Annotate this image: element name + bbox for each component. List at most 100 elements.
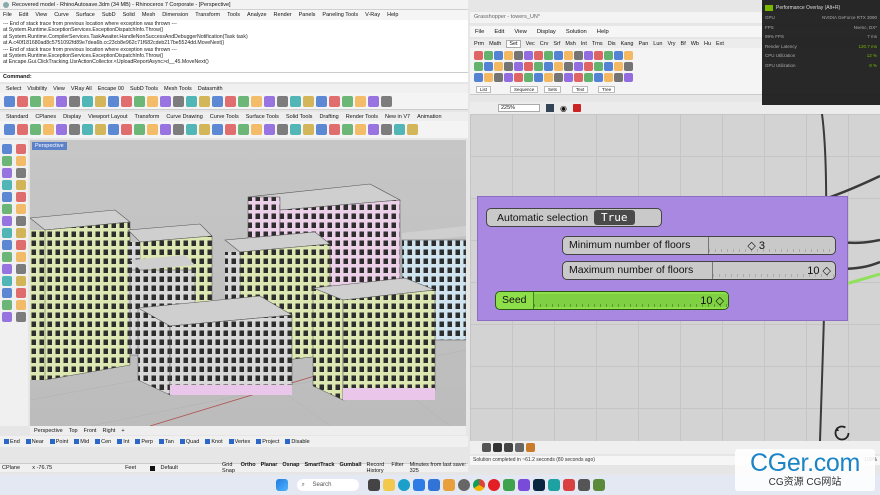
tool-icon[interactable] bbox=[316, 124, 327, 135]
opera-icon[interactable] bbox=[487, 479, 500, 491]
toolbar-tab[interactable]: Solid Tools bbox=[286, 114, 313, 120]
gh-component-icon[interactable] bbox=[544, 73, 553, 82]
gh-component-icon[interactable] bbox=[604, 62, 613, 71]
gh-tab-prm[interactable]: Prm bbox=[474, 41, 484, 47]
gh-tab-crv[interactable]: Crv bbox=[540, 41, 549, 47]
tool-icon[interactable] bbox=[316, 95, 327, 107]
gh-component-icon[interactable] bbox=[584, 51, 593, 60]
checkbox-icon[interactable] bbox=[179, 438, 185, 444]
gh-component-icon[interactable] bbox=[534, 62, 543, 71]
menu-paneling-tools[interactable]: Paneling Tools bbox=[322, 12, 358, 18]
osnap-quad[interactable]: Quad bbox=[179, 438, 199, 445]
gh-tab-trns[interactable]: Trns bbox=[592, 41, 603, 47]
tool-icon[interactable] bbox=[329, 124, 340, 135]
toggle-smarttrack[interactable]: SmartTrack bbox=[305, 462, 335, 474]
menu-curve[interactable]: Curve bbox=[54, 12, 69, 18]
seed-slider[interactable]: Seed 10 ◇ bbox=[495, 291, 729, 310]
tool-icon[interactable] bbox=[2, 288, 12, 298]
gh-component-icon[interactable] bbox=[504, 62, 513, 71]
tool-icon[interactable] bbox=[368, 124, 379, 135]
toggle-value[interactable]: True bbox=[594, 210, 635, 225]
tool-icon[interactable] bbox=[69, 95, 80, 107]
checkbox-icon[interactable] bbox=[256, 438, 262, 444]
tool-icon[interactable] bbox=[17, 95, 28, 107]
tool-icon[interactable] bbox=[199, 124, 210, 135]
tool-icon[interactable] bbox=[16, 180, 26, 190]
tool-icon[interactable] bbox=[43, 95, 54, 107]
gh-component-icon[interactable] bbox=[604, 51, 613, 60]
gh-tab-srf[interactable]: Srf bbox=[553, 41, 560, 47]
tool-icon[interactable] bbox=[56, 124, 67, 135]
gh-menu-edit[interactable]: Edit bbox=[494, 29, 504, 35]
boolean-toggle-node[interactable]: Automatic selection True bbox=[486, 208, 662, 227]
gh-tab-math[interactable]: Math bbox=[489, 41, 501, 47]
gh-component-icon[interactable] bbox=[584, 62, 593, 71]
view-tab[interactable]: Front bbox=[84, 428, 97, 434]
tool-icon[interactable] bbox=[160, 124, 171, 135]
gh-tab-set[interactable]: Set bbox=[506, 39, 521, 48]
layer-label[interactable]: Default bbox=[161, 465, 217, 471]
tool-icon[interactable] bbox=[277, 124, 288, 135]
tool-icon[interactable] bbox=[303, 95, 314, 107]
tool-icon[interactable] bbox=[2, 312, 12, 322]
photos-icon[interactable] bbox=[442, 479, 455, 491]
store-icon[interactable] bbox=[412, 479, 425, 491]
osnap-cen[interactable]: Cen bbox=[95, 439, 111, 445]
tool-icon[interactable] bbox=[30, 124, 41, 135]
tool-icon[interactable] bbox=[238, 124, 249, 135]
gh-component-icon[interactable] bbox=[474, 62, 483, 71]
tool-icon[interactable] bbox=[186, 95, 197, 107]
menu-render[interactable]: Render bbox=[274, 12, 292, 18]
toolbar-tab[interactable]: Viewport Layout bbox=[88, 114, 127, 120]
tool-icon[interactable] bbox=[251, 95, 262, 107]
menu-tools[interactable]: Tools bbox=[227, 12, 240, 18]
taskbar-search[interactable]: ⌕ Search bbox=[296, 479, 359, 491]
gh-tab-pan[interactable]: Pan bbox=[639, 41, 649, 47]
menu-mesh[interactable]: Mesh bbox=[142, 12, 155, 18]
gh-tab-ext[interactable]: Ext bbox=[716, 41, 724, 47]
toolbar-tab[interactable]: CPlanes bbox=[35, 114, 56, 120]
tool-icon[interactable] bbox=[16, 276, 26, 286]
gh-component-icon[interactable] bbox=[484, 73, 493, 82]
checkbox-icon[interactable] bbox=[4, 438, 9, 444]
gh-component-icon[interactable] bbox=[594, 62, 603, 71]
tool-icon[interactable] bbox=[30, 95, 41, 107]
gh-component-icon[interactable] bbox=[534, 51, 543, 60]
tool-icon[interactable] bbox=[2, 216, 12, 226]
menu-dimension[interactable]: Dimension bbox=[162, 12, 188, 18]
tool-icon[interactable] bbox=[95, 95, 106, 107]
eye-icon[interactable]: ◉ bbox=[560, 104, 567, 113]
gh-ribbon-group[interactable]: Text bbox=[572, 86, 589, 93]
tool-icon[interactable] bbox=[2, 228, 12, 238]
osnap-knot[interactable]: Knot bbox=[205, 439, 223, 445]
gh-bottom-icon[interactable] bbox=[493, 443, 502, 452]
toggle-record-history[interactable]: Record History bbox=[367, 462, 387, 474]
tool-icon[interactable] bbox=[251, 124, 262, 135]
menu-transform[interactable]: Transform bbox=[195, 12, 220, 18]
tool-icon[interactable] bbox=[2, 156, 12, 166]
checkbox-icon[interactable] bbox=[285, 438, 291, 444]
gh-component-icon[interactable] bbox=[544, 62, 553, 71]
gh-tab-wb[interactable]: Wb bbox=[691, 41, 699, 47]
toggle-filter[interactable]: Filter bbox=[391, 462, 403, 474]
app-icon-purple[interactable] bbox=[517, 479, 530, 491]
tool-icon[interactable] bbox=[16, 144, 26, 154]
gh-component-icon[interactable] bbox=[554, 73, 563, 82]
gh-component-icon[interactable] bbox=[514, 62, 523, 71]
gh-component-icon[interactable] bbox=[554, 62, 563, 71]
tool-icon[interactable] bbox=[95, 124, 106, 135]
checkbox-icon[interactable] bbox=[158, 438, 164, 444]
tool-icon[interactable] bbox=[2, 264, 12, 274]
tool-icon[interactable] bbox=[134, 95, 145, 107]
view-tab[interactable]: Top bbox=[69, 428, 78, 434]
tool-icon[interactable] bbox=[290, 124, 301, 135]
osnap-vertex[interactable]: Vertex bbox=[228, 439, 250, 445]
edge-icon[interactable] bbox=[397, 479, 410, 491]
checkbox-icon[interactable] bbox=[25, 438, 31, 444]
tool-icon[interactable] bbox=[4, 95, 15, 107]
photoshop-icon[interactable] bbox=[532, 479, 545, 491]
tool-icon[interactable] bbox=[16, 264, 26, 274]
gh-component-icon[interactable] bbox=[554, 51, 563, 60]
toolbar-tab[interactable]: Visibility bbox=[27, 86, 47, 92]
toolbar-tab[interactable]: Curve Tools bbox=[210, 114, 239, 120]
